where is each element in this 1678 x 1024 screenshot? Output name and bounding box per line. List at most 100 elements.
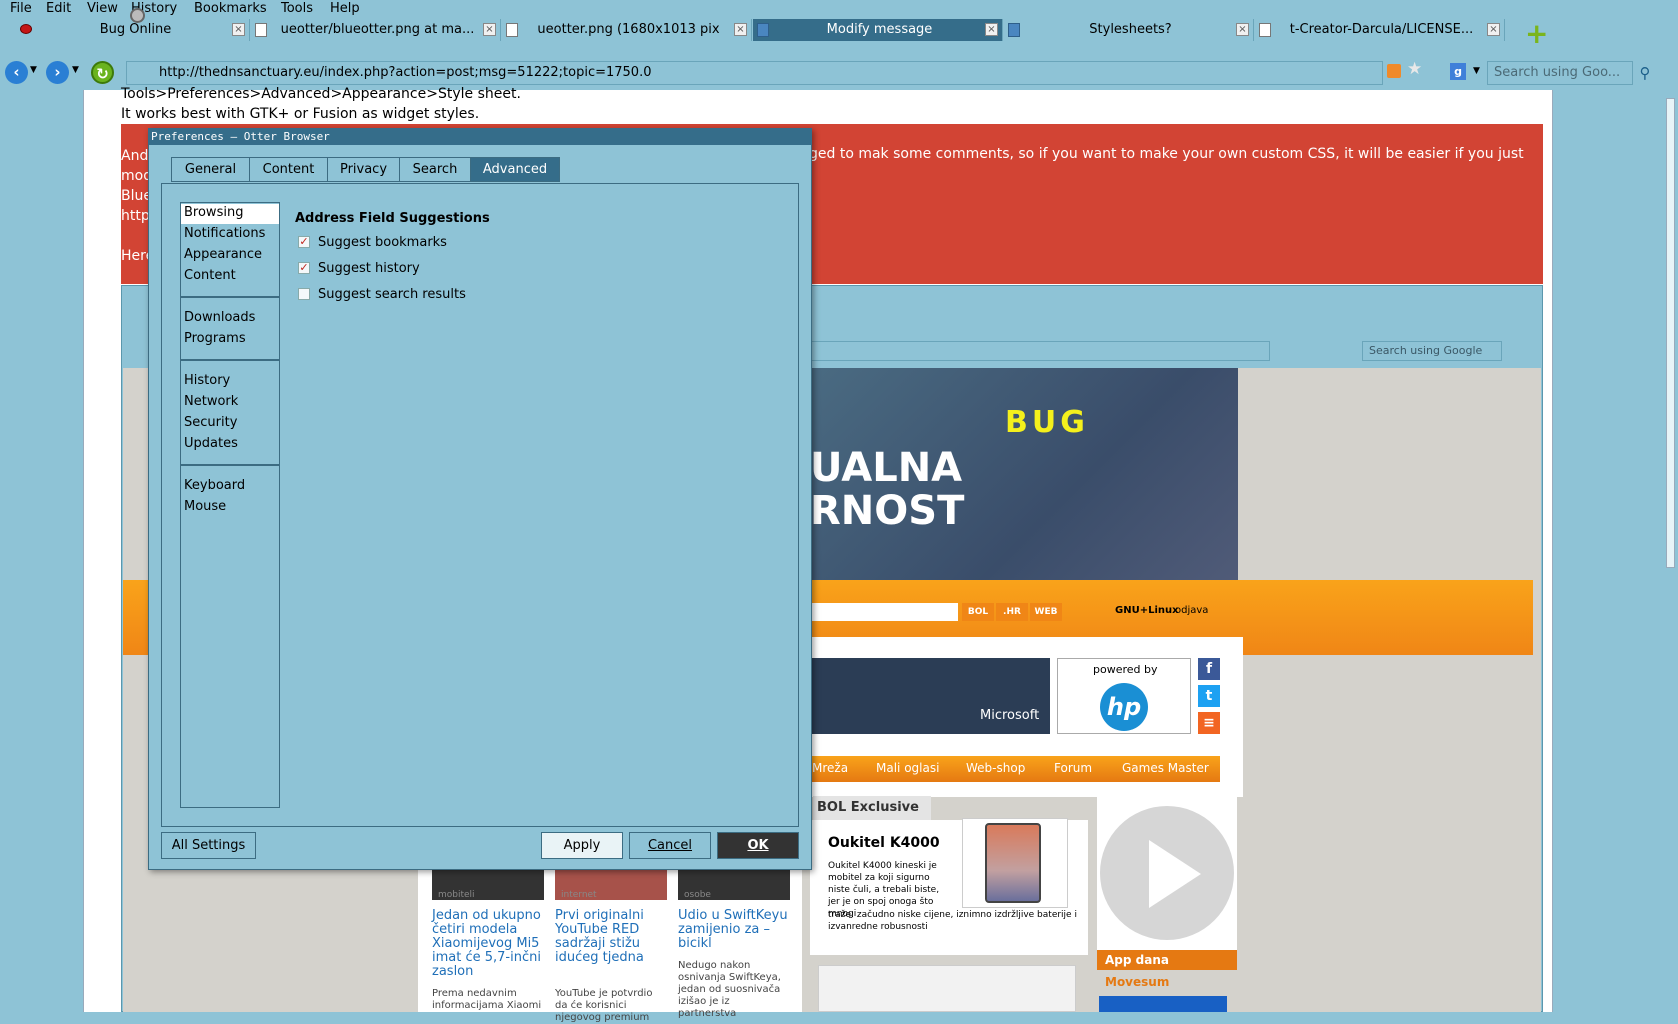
logout-link: odjava bbox=[1175, 605, 1209, 616]
twitter-icon: t bbox=[1198, 685, 1220, 707]
tab-content[interactable]: Content bbox=[249, 157, 328, 182]
address-field[interactable]: http://thednsanctuary.eu/index.php?actio… bbox=[126, 61, 1383, 85]
new-tab-button[interactable]: + bbox=[1525, 20, 1548, 48]
news-category: mobiteli bbox=[438, 890, 475, 900]
facebook-icon: f bbox=[1198, 658, 1220, 680]
ok-button[interactable]: OK bbox=[717, 832, 799, 859]
menu-bar: File Edit View History Bookmarks Tools H… bbox=[0, 0, 1678, 17]
search-input[interactable]: Search using Goo... bbox=[1487, 61, 1633, 85]
category-mouse[interactable]: Mouse bbox=[184, 498, 226, 516]
suggest-search-results-checkbox[interactable] bbox=[298, 288, 310, 300]
tab-blueotter-github[interactable]: ueotter/blueotter.png at ma... × bbox=[251, 19, 501, 41]
category-notifications[interactable]: Notifications bbox=[184, 225, 265, 243]
chevron-down-icon[interactable]: ▼ bbox=[1473, 66, 1480, 76]
tab-title: Stylesheets? bbox=[1089, 22, 1172, 37]
back-dropdown-icon[interactable]: ▼ bbox=[30, 65, 37, 75]
tab-privacy[interactable]: Privacy bbox=[327, 157, 400, 182]
close-icon[interactable]: × bbox=[1236, 23, 1249, 36]
close-icon[interactable]: × bbox=[483, 23, 496, 36]
category-keyboard[interactable]: Keyboard bbox=[184, 477, 245, 495]
site-menu-item: Mali oglasi bbox=[876, 761, 940, 775]
category-browsing[interactable]: Browsing bbox=[184, 204, 243, 222]
post-text-line: Tools>Preferences>Advanced>Appearance>St… bbox=[121, 86, 521, 102]
tab-search[interactable]: Search bbox=[399, 157, 471, 182]
all-settings-button[interactable]: All Settings bbox=[161, 832, 256, 859]
powered-by-label: powered by bbox=[1093, 663, 1158, 676]
news-headline: Jedan od ukupno četiri modela Xiaomijevo… bbox=[432, 908, 541, 979]
close-icon[interactable]: × bbox=[1487, 23, 1500, 36]
tab-license[interactable]: t-Creator-Darcula/LICENSE... × bbox=[1255, 19, 1505, 41]
page-icon bbox=[255, 23, 267, 37]
option-label: Suggest bookmarks bbox=[318, 235, 447, 250]
otter-icon bbox=[1008, 23, 1020, 37]
bookmark-star-icon[interactable]: ★ bbox=[1407, 59, 1422, 79]
hr-button: .HR bbox=[996, 603, 1028, 621]
reload-button[interactable]: ↻ bbox=[91, 61, 114, 84]
category-separator bbox=[181, 464, 279, 466]
page-icon bbox=[506, 23, 518, 37]
page-scrollbar[interactable] bbox=[1663, 90, 1678, 1012]
tab-advanced[interactable]: Advanced bbox=[470, 157, 560, 182]
news-snippet: Prema nedavnim informacijama Xiaomi bbox=[432, 988, 542, 1011]
category-downloads[interactable]: Downloads bbox=[184, 309, 255, 327]
embedded-search-field: Search using Google bbox=[1362, 341, 1502, 361]
quote-text: ged to mak some comments, so if you want… bbox=[809, 146, 1524, 162]
category-security[interactable]: Security bbox=[184, 414, 237, 432]
forward-button[interactable]: › bbox=[46, 61, 69, 84]
user-name: GNU+Linux bbox=[1115, 605, 1179, 616]
navigation-toolbar: ‹ ▼ › ▼ ↻ http://thednsanctuary.eu/index… bbox=[0, 58, 1678, 88]
menu-bookmarks[interactable]: Bookmarks bbox=[194, 0, 267, 17]
tab-blueotter-png[interactable]: ueotter.png (1680x1013 pix × bbox=[502, 19, 752, 41]
category-updates[interactable]: Updates bbox=[184, 435, 238, 453]
tab-title: ueotter/blueotter.png at ma... bbox=[280, 22, 475, 37]
tab-bug-online[interactable]: Bug Online × bbox=[0, 19, 250, 41]
category-network[interactable]: Network bbox=[184, 393, 238, 411]
news-headline: Prvi originalni YouTube RED sadržaji sti… bbox=[555, 908, 644, 965]
menu-view[interactable]: View bbox=[87, 0, 118, 17]
tab-bar: Bug Online × ueotter/blueotter.png at ma… bbox=[0, 17, 1678, 43]
site-menu-item: Mreža bbox=[812, 761, 849, 775]
news-snippet: YouTube je potvrdio da će korisnici njeg… bbox=[555, 988, 653, 1023]
category-appearance[interactable]: Appearance bbox=[184, 246, 262, 264]
menu-tools[interactable]: Tools bbox=[281, 0, 313, 17]
back-button[interactable]: ‹ bbox=[5, 61, 28, 84]
menu-file[interactable]: File bbox=[10, 0, 32, 17]
menu-edit[interactable]: Edit bbox=[46, 0, 71, 17]
category-programs[interactable]: Programs bbox=[184, 330, 246, 348]
apply-button[interactable]: Apply bbox=[541, 832, 623, 859]
dialog-title[interactable]: Preferences – Otter Browser bbox=[148, 128, 812, 145]
menu-help[interactable]: Help bbox=[330, 0, 360, 17]
category-separator bbox=[181, 359, 279, 361]
phone-screen bbox=[985, 823, 1041, 903]
otter-icon bbox=[757, 23, 769, 37]
close-icon[interactable]: × bbox=[985, 23, 998, 36]
tab-modify-message[interactable]: Modify message × bbox=[753, 19, 1003, 41]
news-snippet: Nedugo nakon osnivanja SwiftKeya, jedan … bbox=[678, 960, 781, 1019]
category-history[interactable]: History bbox=[184, 372, 230, 390]
news-category: internet bbox=[561, 890, 597, 900]
bug-logo: BUG bbox=[1005, 405, 1089, 440]
post-text-line: It works best with GTK+ or Fusion as wid… bbox=[121, 106, 480, 122]
forward-dropdown-icon[interactable]: ▼ bbox=[72, 65, 79, 75]
tab-stylesheets[interactable]: Stylesheets? × bbox=[1004, 19, 1254, 41]
close-icon[interactable]: × bbox=[232, 23, 245, 36]
microsoft-logo: Microsoft bbox=[980, 708, 1040, 723]
rss-icon[interactable] bbox=[1387, 64, 1401, 78]
suggest-bookmarks-checkbox[interactable]: ✓ bbox=[298, 236, 310, 248]
tab-title: ueotter.png (1680x1013 pix bbox=[537, 22, 720, 37]
hp-logo: hp bbox=[1100, 683, 1148, 731]
category-content[interactable]: Content bbox=[184, 267, 236, 285]
close-icon[interactable]: × bbox=[734, 23, 747, 36]
news-category: osobe bbox=[684, 890, 711, 900]
search-icon[interactable]: ⚲ bbox=[1633, 61, 1657, 85]
google-icon[interactable]: g bbox=[1450, 63, 1466, 80]
article-title: Oukitel K4000 bbox=[828, 835, 940, 851]
cancel-button[interactable]: Cancel bbox=[629, 832, 711, 859]
scrollbar-thumb[interactable] bbox=[1666, 98, 1675, 568]
category-separator bbox=[181, 296, 279, 298]
tab-general[interactable]: General bbox=[171, 157, 250, 182]
suggest-history-checkbox[interactable]: ✓ bbox=[298, 262, 310, 274]
site-menu-item: Web-shop bbox=[966, 761, 1026, 775]
banner-text: RNOST bbox=[810, 488, 965, 534]
site-menu-item: Games Master bbox=[1122, 761, 1209, 775]
